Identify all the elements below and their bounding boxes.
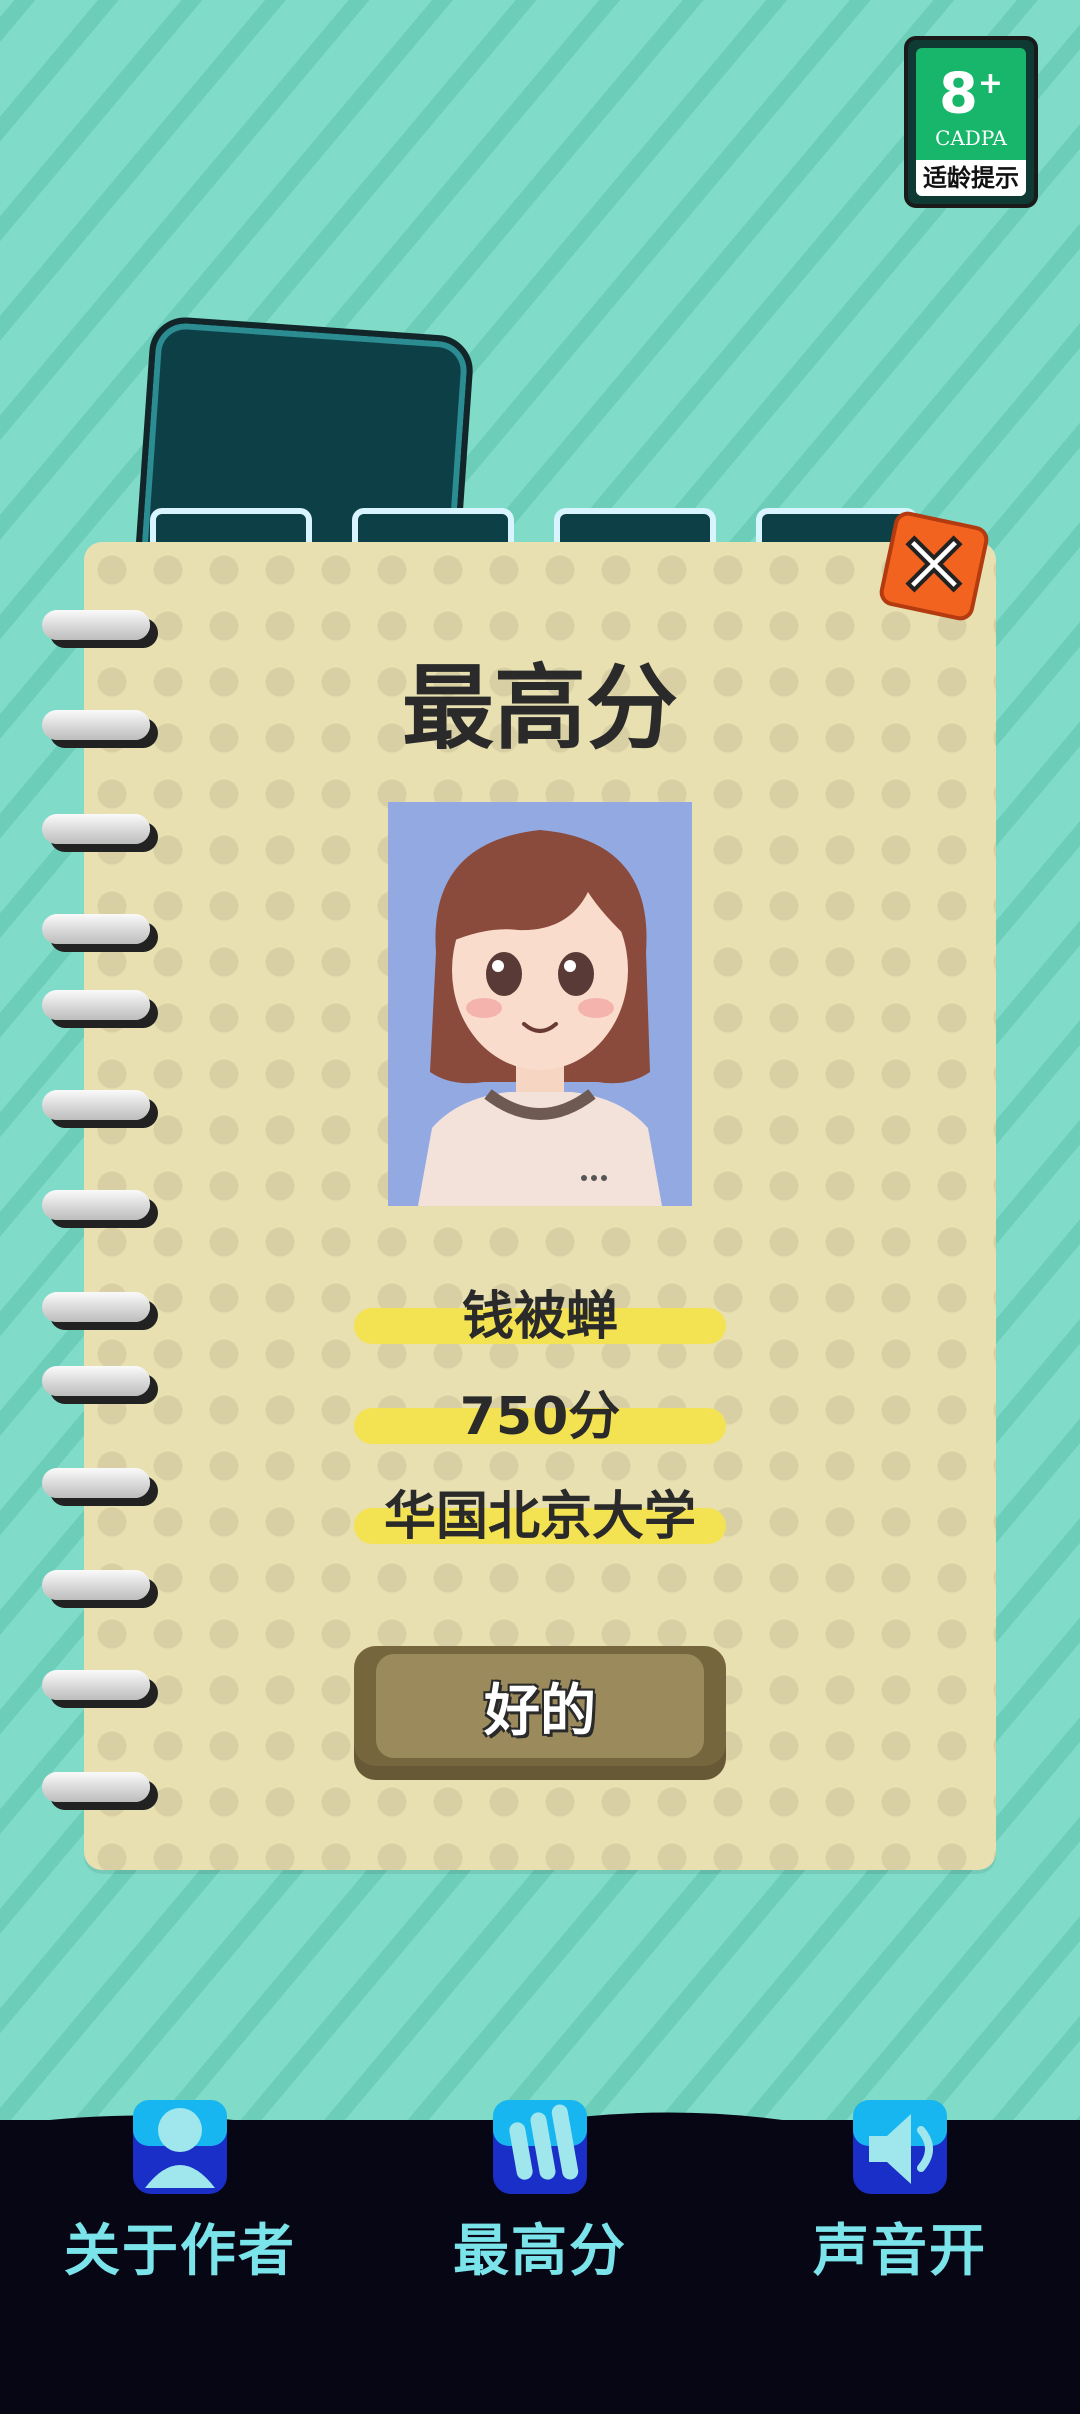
nav-about-author[interactable]: 关于作者 xyxy=(30,2092,330,2292)
age-rating-org: CADPA xyxy=(935,125,1007,150)
player-name: 钱被蝉 xyxy=(461,1287,618,1347)
close-icon: ✕ xyxy=(895,514,973,617)
dialog-title: 最高分 xyxy=(401,655,678,762)
portrait-image xyxy=(388,802,692,1206)
nav-about-author-label: 关于作者 xyxy=(64,2219,296,2284)
age-rating-tip: 适龄提示 xyxy=(916,160,1026,196)
player-score: 750分 xyxy=(459,1387,621,1447)
nav-highscore-label: 最高分 xyxy=(453,2219,627,2284)
nav-highscore[interactable]: 最高分 xyxy=(390,2092,690,2292)
spiral-ring xyxy=(42,914,150,944)
spiral-ring xyxy=(42,990,150,1020)
game-screen: 8+ CADPA 适龄提示 ✕ 最高分 钱被蝉 750分 华国北京大学 好的 关… xyxy=(0,0,1080,2414)
spiral-ring xyxy=(42,1190,150,1220)
ok-button[interactable]: 好的 xyxy=(354,1646,726,1780)
spiral-ring xyxy=(42,1670,150,1700)
close-button[interactable]: ✕ xyxy=(877,509,991,623)
age-rating-badge: 8+ CADPA 适龄提示 xyxy=(904,36,1038,208)
nav-sound-toggle[interactable]: 声音开 xyxy=(750,2092,1050,2292)
age-rating-number: 8+ xyxy=(938,61,1004,127)
spiral-ring xyxy=(42,814,150,844)
spiral-ring xyxy=(42,1570,150,1600)
player-school: 华国北京大学 xyxy=(383,1487,696,1547)
spiral-ring xyxy=(42,1772,150,1802)
speaker-icon xyxy=(853,2100,947,2194)
nav-sound-label: 声音开 xyxy=(813,2219,987,2284)
spiral-ring xyxy=(42,1090,150,1120)
person-icon xyxy=(133,2100,227,2194)
bars-icon xyxy=(493,2100,587,2194)
ok-button-label: 好的 xyxy=(484,1678,596,1744)
